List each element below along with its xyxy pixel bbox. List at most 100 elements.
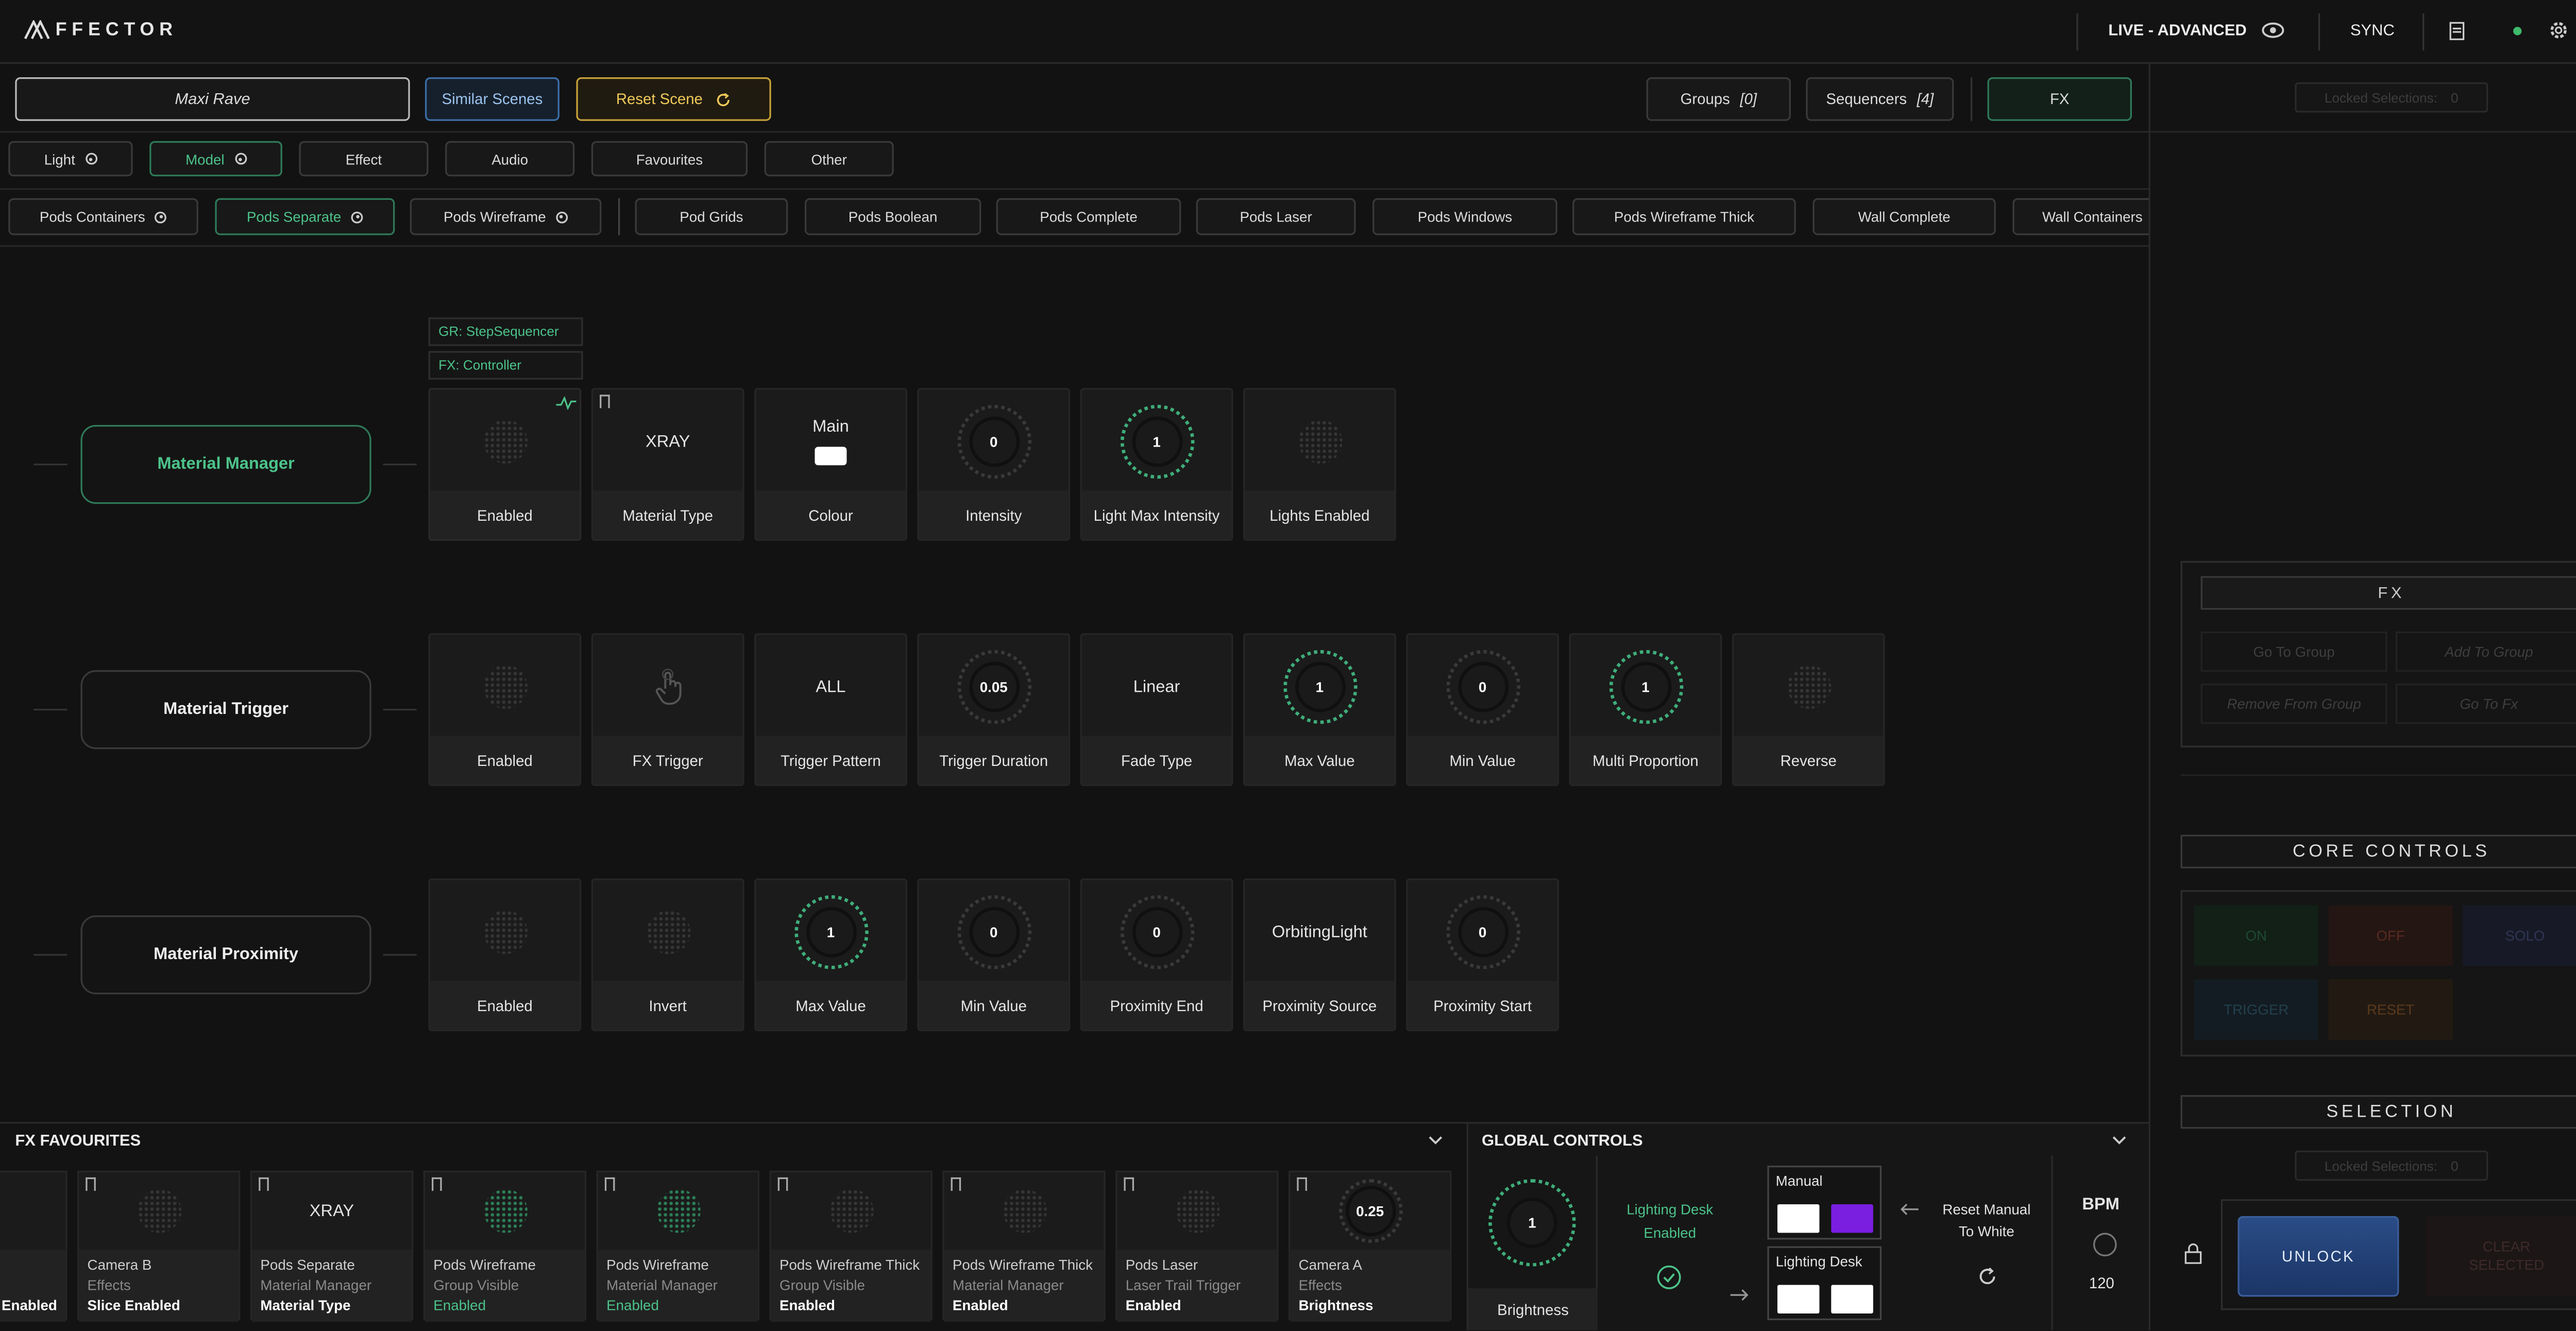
trigger-button[interactable]: TRIGGER xyxy=(2194,979,2318,1040)
clear-selected-button[interactable]: CLEAR SELECTED xyxy=(2426,1216,2576,1297)
sync-button[interactable]: SYNC xyxy=(2350,22,2395,40)
category-other[interactable]: Other xyxy=(764,141,894,177)
favourite-item[interactable]: Camera B Effects Slice Enabled xyxy=(77,1170,241,1322)
gear-icon[interactable] xyxy=(2549,20,2569,40)
groups-button[interactable]: Groups [0] xyxy=(1646,77,1791,121)
card-fade-type[interactable]: Linear Fade Type xyxy=(1080,633,1233,787)
knob[interactable]: 1 xyxy=(1120,404,1194,479)
card-proximity-end[interactable]: 0 Proximity End xyxy=(1080,878,1233,1032)
knob[interactable]: 0 xyxy=(1120,895,1194,969)
knob[interactable]: 0.25 xyxy=(1338,1179,1402,1243)
subcategory-pods-wireframe[interactable]: Pods Wireframe xyxy=(410,198,602,235)
lighting-desk-box[interactable]: Lighting Desk xyxy=(1767,1246,1882,1320)
card-invert[interactable]: Invert xyxy=(591,878,744,1032)
knob[interactable]: 0.05 xyxy=(957,650,1031,724)
subcategory-pods-windows[interactable]: Pods Windows xyxy=(1372,198,1557,235)
subcategory-wall-complete[interactable]: Wall Complete xyxy=(1812,198,1996,235)
reset-manual-button[interactable]: Reset Manual To White xyxy=(1922,1155,2051,1330)
off-button[interactable]: OFF xyxy=(2328,905,2453,966)
card-max-value[interactable]: 1 Max Value xyxy=(754,878,907,1032)
card-material-type[interactable]: XRAY Material Type xyxy=(591,388,744,541)
subcategory-pods-containers[interactable]: Pods Containers xyxy=(8,198,198,235)
favourite-item[interactable]: Enabled xyxy=(0,1170,67,1322)
card-min-value[interactable]: 0 Min Value xyxy=(917,878,1071,1032)
go-to-group-button[interactable]: Go To Group xyxy=(2200,632,2387,672)
favourite-item[interactable]: Pods Wireframe Thick Group Visible Enabled xyxy=(769,1170,933,1322)
knob[interactable]: 1 xyxy=(1608,650,1683,724)
subcategory-pods-wireframe-thick[interactable]: Pods Wireframe Thick xyxy=(1572,198,1796,235)
card-trigger-pattern[interactable]: ALL Trigger Pattern xyxy=(754,633,907,787)
favourite-item[interactable]: Pods Wireframe Group Visible Enabled xyxy=(423,1170,587,1322)
favourite-item[interactable]: Pods Wireframe Thick Material Manager Enab… xyxy=(942,1170,1106,1322)
subcategory-pods-laser[interactable]: Pods Laser xyxy=(1196,198,1356,235)
color-swatch-white[interactable] xyxy=(1777,1285,1820,1313)
card-enabled[interactable]: Enabled xyxy=(428,633,582,787)
category-light[interactable]: Light xyxy=(8,141,133,177)
category-model[interactable]: Model xyxy=(149,141,282,177)
card-reverse[interactable]: Reverse xyxy=(1732,633,1885,787)
knob[interactable]: 0 xyxy=(1445,895,1520,969)
material-proximity-node[interactable]: Material Proximity xyxy=(80,915,371,995)
favourite-item[interactable]: 0.25 Camera A Effects Brightness xyxy=(1289,1170,1452,1322)
subcategory-label: Wall Complete xyxy=(1858,208,1951,225)
add-to-group-button[interactable]: Add To Group xyxy=(2395,632,2576,672)
color-swatch-purple[interactable] xyxy=(1831,1204,1873,1233)
clipboard-icon[interactable] xyxy=(2449,22,2465,40)
favourite-item[interactable]: Pods Wireframe Material Manager Enabled xyxy=(596,1170,759,1322)
material-manager-node[interactable]: Material Manager xyxy=(80,424,371,504)
category-favourites[interactable]: Favourites xyxy=(591,141,748,177)
card-lights-enabled[interactable]: Lights Enabled xyxy=(1243,388,1396,541)
scene-name-field[interactable]: Maxi Rave xyxy=(15,77,410,121)
subcategory-pod-grids[interactable]: Pod Grids xyxy=(635,198,788,235)
brightness-control[interactable]: 1 Brightness xyxy=(1468,1155,1598,1330)
lighting-desk-toggle[interactable]: Lighting Desk Enabled xyxy=(1599,1155,1740,1330)
card-intensity[interactable]: 0 Intensity xyxy=(917,388,1071,541)
sequencers-button[interactable]: Sequencers [4] xyxy=(1806,77,1954,121)
subcategory-pods-separate[interactable]: Pods Separate xyxy=(215,198,395,235)
on-button[interactable]: ON xyxy=(2194,905,2318,966)
reset-scene-button[interactable]: Reset Scene xyxy=(576,77,771,121)
favourite-item[interactable]: XRAY Pods Separate Material Manager Materia… xyxy=(250,1170,414,1322)
knob[interactable]: 0 xyxy=(957,895,1031,969)
category-audio[interactable]: Audio xyxy=(445,141,575,177)
knob[interactable]: 1 xyxy=(1282,650,1357,724)
similar-scenes-button[interactable]: Similar Scenes xyxy=(425,77,560,121)
unlock-button[interactable]: UNLOCK xyxy=(2238,1216,2399,1297)
subcategory-pods-complete[interactable]: Pods Complete xyxy=(996,198,1181,235)
chevron-down-icon[interactable] xyxy=(1428,1135,1443,1146)
card-min-value[interactable]: 0 Min Value xyxy=(1406,633,1560,787)
remove-from-group-button[interactable]: Remove From Group xyxy=(2200,684,2387,724)
manual-box[interactable]: Manual xyxy=(1767,1165,1882,1240)
card-proximity-start[interactable]: 0 Proximity Start xyxy=(1406,878,1560,1032)
color-swatch-white[interactable] xyxy=(1831,1285,1873,1313)
card-fx-trigger[interactable]: FX Trigger xyxy=(591,633,744,787)
fx-button[interactable]: FX xyxy=(1987,77,2132,121)
knob[interactable]: 1 xyxy=(1488,1179,1576,1267)
knob[interactable]: 1 xyxy=(793,895,868,969)
card-multi-proportion[interactable]: 1 Multi Proportion xyxy=(1569,633,1722,787)
group-tag[interactable]: GR: StepSequencer xyxy=(428,317,583,346)
reset-button[interactable]: RESET xyxy=(2328,979,2453,1040)
material-trigger-node[interactable]: Material Trigger xyxy=(80,670,371,749)
chevron-down-icon[interactable] xyxy=(2112,1135,2127,1146)
bpm-tap-indicator[interactable] xyxy=(2093,1233,2117,1257)
card-colour[interactable]: Main Colour xyxy=(754,388,907,541)
knob[interactable]: 0 xyxy=(1445,650,1520,724)
go-to-fx-button[interactable]: Go To Fx xyxy=(2395,684,2576,724)
card-max-value[interactable]: 1 Max Value xyxy=(1243,633,1396,787)
category-effect[interactable]: Effect xyxy=(299,141,429,177)
solo-button[interactable]: SOLO xyxy=(2463,905,2576,966)
mode-label[interactable]: LIVE - ADVANCED xyxy=(2108,22,2247,40)
eye-icon[interactable] xyxy=(2261,22,2285,39)
favourite-item[interactable]: Pods Laser Laser Trail Trigger Enabled xyxy=(1115,1170,1279,1322)
card-enabled[interactable]: Enabled xyxy=(428,878,582,1032)
card-enabled[interactable]: Enabled xyxy=(428,388,582,541)
lock-icon[interactable] xyxy=(2184,1243,2202,1265)
card-light-max-intensity[interactable]: 1 Light Max Intensity xyxy=(1080,388,1233,541)
knob[interactable]: 0 xyxy=(957,404,1031,479)
card-trigger-duration[interactable]: 0.05 Trigger Duration xyxy=(917,633,1071,787)
color-swatch-white[interactable] xyxy=(1777,1204,1820,1233)
fx-tag[interactable]: FX: Controller xyxy=(428,351,583,380)
subcategory-pods-boolean[interactable]: Pods Boolean xyxy=(804,198,981,235)
card-proximity-source[interactable]: OrbitingLight Proximity Source xyxy=(1243,878,1396,1032)
